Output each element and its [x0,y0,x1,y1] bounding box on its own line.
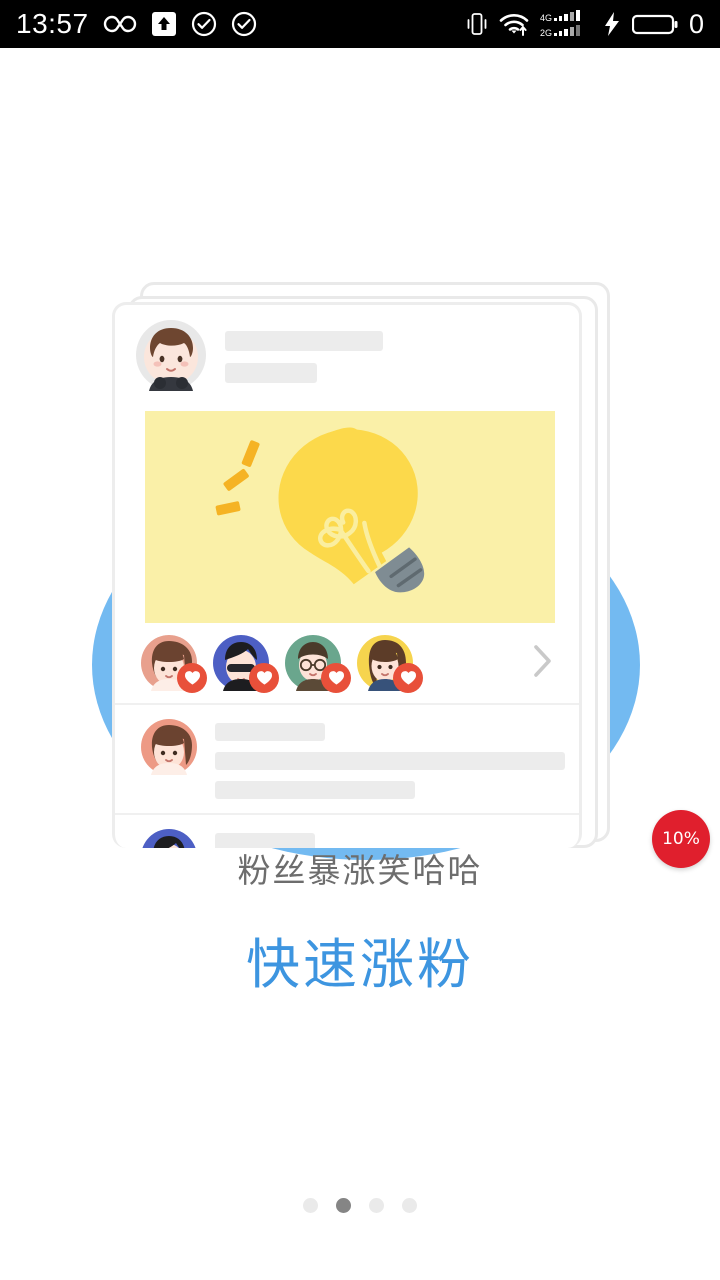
infinity-icon [103,13,137,35]
caption-subtitle: 粉丝暴涨笑哈哈 [237,851,483,890]
comment-text-placeholder-1 [215,752,565,770]
pagination-dot-2[interactable] [336,1198,351,1213]
comment-avatar [141,719,197,799]
lightbulb-icon [278,427,425,593]
vibrate-icon [466,11,488,37]
comment-text-placeholder-2 [215,781,415,799]
heart-icon [321,663,351,693]
comment-row[interactable] [115,815,579,848]
spark-icon [215,440,260,516]
heart-icon [393,663,423,693]
author-meta-placeholder [225,363,317,383]
caption-headline: 快速涨粉 [246,933,474,997]
liker-avatar-1[interactable] [141,635,207,693]
progress-badge-label: 10% [662,829,700,849]
clock: 13:57 [16,8,89,39]
comment-placeholders [215,829,485,848]
comment-placeholders [215,719,565,799]
status-bar-left: 13:57 [16,8,257,40]
comment-name-placeholder [215,833,315,848]
pagination-dot-1[interactable] [303,1198,318,1213]
post-likers-row[interactable] [115,623,579,705]
pagination-dot-3[interactable] [369,1198,384,1213]
battery-percentage: 0 [688,8,704,39]
liker-avatar-4[interactable] [357,635,423,693]
liker-avatar-2[interactable] [213,635,279,693]
chevron-right-icon[interactable] [531,644,553,682]
check-circle-icon-2 [231,11,257,37]
battery-icon [631,11,678,37]
signal-4g-label: 4G [540,13,552,23]
check-circle-icon [191,11,217,37]
author-name-placeholder [225,331,383,351]
status-bar-right: 4G 2G 0 [466,9,704,40]
post-image-lightbulb [145,411,555,623]
feed-post-card [112,302,582,848]
charging-bolt-icon [603,11,621,37]
heart-icon [177,663,207,693]
liker-avatar-3[interactable] [285,635,351,693]
post-header-placeholders [225,331,383,383]
wifi-icon [499,11,529,37]
comment-row[interactable] [115,705,579,815]
signal-bars-icon: 4G 2G [540,9,592,39]
status-bar: 13:57 4G 2G 0 [0,0,720,48]
pagination-dots[interactable] [0,1198,720,1213]
hero-illustration: 10% [0,48,720,868]
upload-badge-icon [151,11,177,37]
pagination-dot-4[interactable] [402,1198,417,1213]
post-header [115,305,579,405]
caption-block: 粉丝暴涨笑哈哈 快速涨粉 [0,848,720,999]
comment-avatar [141,829,197,848]
comment-name-placeholder [215,723,325,741]
onboarding-screen: 13:57 4G 2G 0 10% 粉丝暴涨笑哈哈 快速涨粉 [0,0,720,1280]
post-author-avatar [135,319,207,395]
signal-2g-label: 2G [540,28,552,38]
heart-icon [249,663,279,693]
